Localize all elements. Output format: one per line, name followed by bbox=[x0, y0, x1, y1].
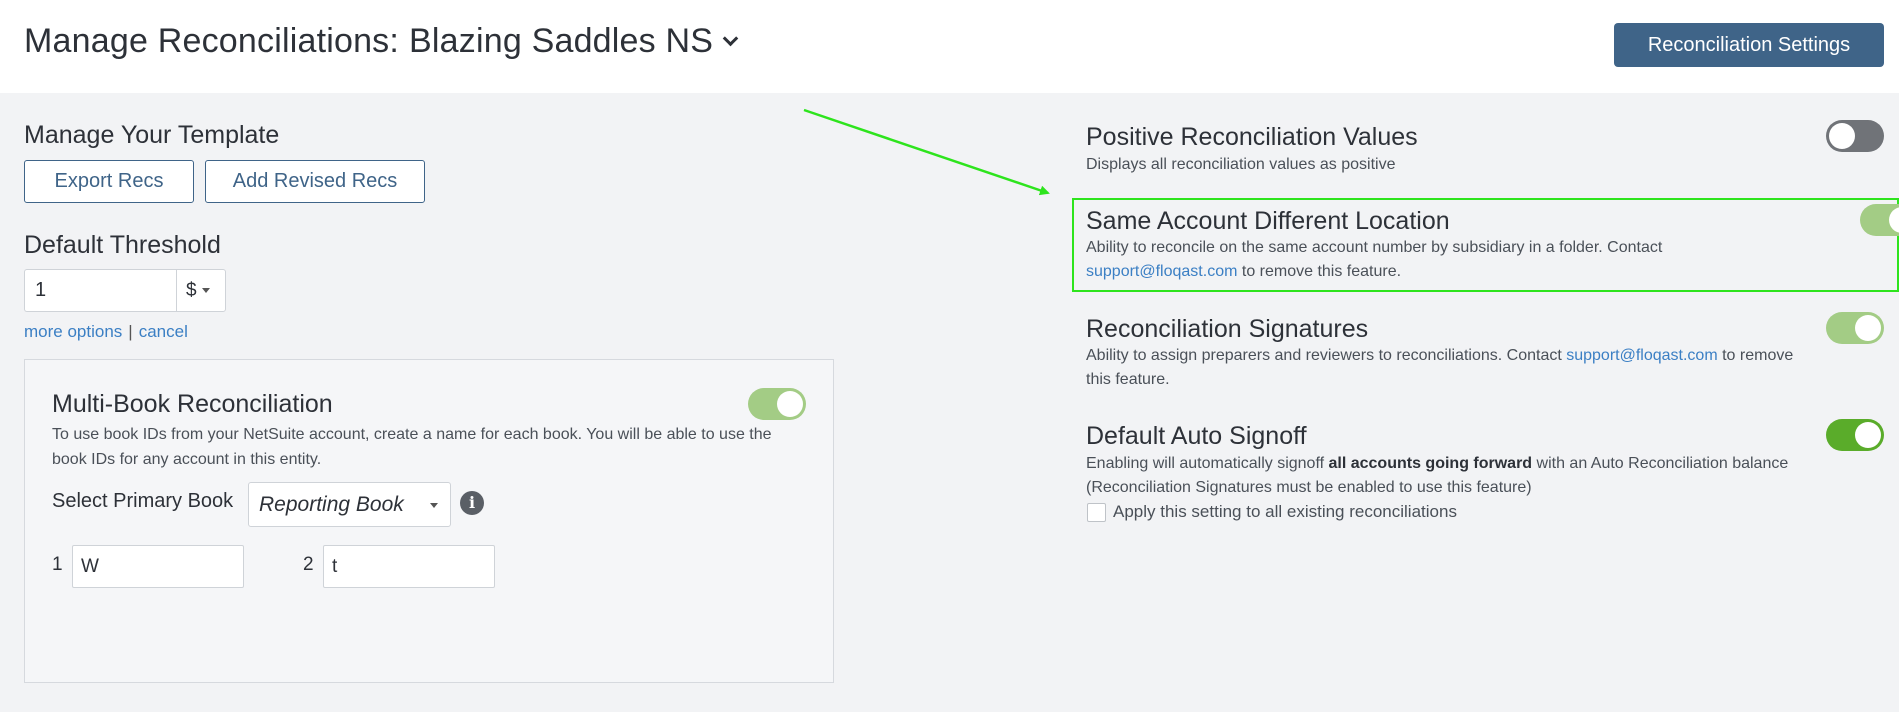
add-revised-recs-button[interactable]: Add Revised Recs bbox=[205, 160, 425, 203]
toggle-knob bbox=[1829, 123, 1855, 149]
primary-book-label: Select Primary Book bbox=[52, 490, 234, 512]
primary-book-value[interactable]: Reporting Book bbox=[259, 493, 404, 516]
multibook-toggle[interactable] bbox=[748, 388, 806, 420]
caret-down-icon[interactable] bbox=[430, 503, 438, 508]
desc-text: Ability to assign preparers and reviewer… bbox=[1086, 347, 1567, 364]
book-number: 2 bbox=[303, 554, 314, 575]
desc-bold-text: all accounts going forward bbox=[1328, 455, 1533, 472]
toggle-knob bbox=[777, 391, 803, 417]
reconciliation-settings-button[interactable]: Reconciliation Settings bbox=[1614, 23, 1884, 67]
toggle-knob bbox=[1855, 422, 1881, 448]
currency-value[interactable]: $ bbox=[186, 280, 197, 301]
cancel-link[interactable]: cancel bbox=[139, 322, 188, 341]
same-account-toggle[interactable] bbox=[1860, 204, 1899, 236]
support-email-link[interactable]: support@floqast.com bbox=[1566, 347, 1717, 364]
same-account-description: Ability to reconcile on the same account… bbox=[1086, 236, 1806, 284]
toggle-knob bbox=[1855, 315, 1881, 341]
book-name-input[interactable] bbox=[323, 545, 495, 588]
page-title: Manage Reconciliations: Blazing Saddles N… bbox=[24, 22, 739, 61]
export-recs-button[interactable]: Export Recs bbox=[24, 160, 194, 203]
desc-text: to remove this feature. bbox=[1237, 263, 1402, 280]
primary-book-select[interactable]: Reporting Book bbox=[248, 482, 451, 527]
page-header: Manage Reconciliations: Blazing Saddles N… bbox=[0, 0, 1899, 93]
toggle-knob bbox=[1889, 207, 1899, 233]
template-section-title: Manage Your Template bbox=[24, 121, 280, 149]
same-account-title: Same Account Different Location bbox=[1086, 207, 1450, 235]
auto-signoff-toggle[interactable] bbox=[1826, 419, 1884, 451]
threshold-section-title: Default Threshold bbox=[24, 231, 221, 259]
apply-existing-checkbox[interactable] bbox=[1087, 503, 1106, 522]
threshold-links: more options | cancel bbox=[24, 322, 188, 342]
apply-existing-label: Apply this setting to all existing recon… bbox=[1113, 502, 1457, 521]
entity-selector[interactable]: Blazing Saddles NS bbox=[409, 22, 739, 60]
positive-values-description: Displays all reconciliation values as po… bbox=[1086, 156, 1396, 173]
book-name-input[interactable] bbox=[72, 545, 244, 588]
desc-text: Enabling will automatically signoff bbox=[1086, 455, 1329, 472]
link-separator: | bbox=[128, 322, 133, 341]
desc-text: Ability to reconcile on the same account… bbox=[1086, 239, 1663, 256]
book-number: 1 bbox=[52, 554, 63, 575]
threshold-input[interactable] bbox=[24, 269, 176, 312]
multibook-description: To use book IDs from your NetSuite accou… bbox=[52, 426, 772, 468]
auto-signoff-description: Enabling will automatically signoff all … bbox=[1086, 452, 1806, 500]
page-title-label: Manage Reconciliations: bbox=[24, 22, 400, 60]
more-options-link[interactable]: more options bbox=[24, 322, 122, 341]
chevron-down-icon[interactable] bbox=[722, 30, 739, 47]
auto-signoff-title: Default Auto Signoff bbox=[1086, 422, 1307, 450]
positive-values-title: Positive Reconciliation Values bbox=[1086, 123, 1418, 151]
currency-select[interactable]: $ bbox=[176, 269, 226, 312]
signatures-description: Ability to assign preparers and reviewer… bbox=[1086, 344, 1806, 392]
support-email-link[interactable]: support@floqast.com bbox=[1086, 263, 1237, 280]
entity-name[interactable]: Blazing Saddles NS bbox=[409, 22, 713, 60]
multibook-title: Multi-Book Reconciliation bbox=[52, 390, 333, 418]
info-icon[interactable]: i bbox=[460, 491, 484, 515]
signatures-title: Reconciliation Signatures bbox=[1086, 315, 1369, 343]
multibook-card: Multi-Book Reconciliation To use book ID… bbox=[24, 359, 834, 683]
positive-values-toggle[interactable] bbox=[1826, 120, 1884, 152]
signatures-toggle[interactable] bbox=[1826, 312, 1884, 344]
caret-down-icon[interactable] bbox=[201, 288, 210, 293]
